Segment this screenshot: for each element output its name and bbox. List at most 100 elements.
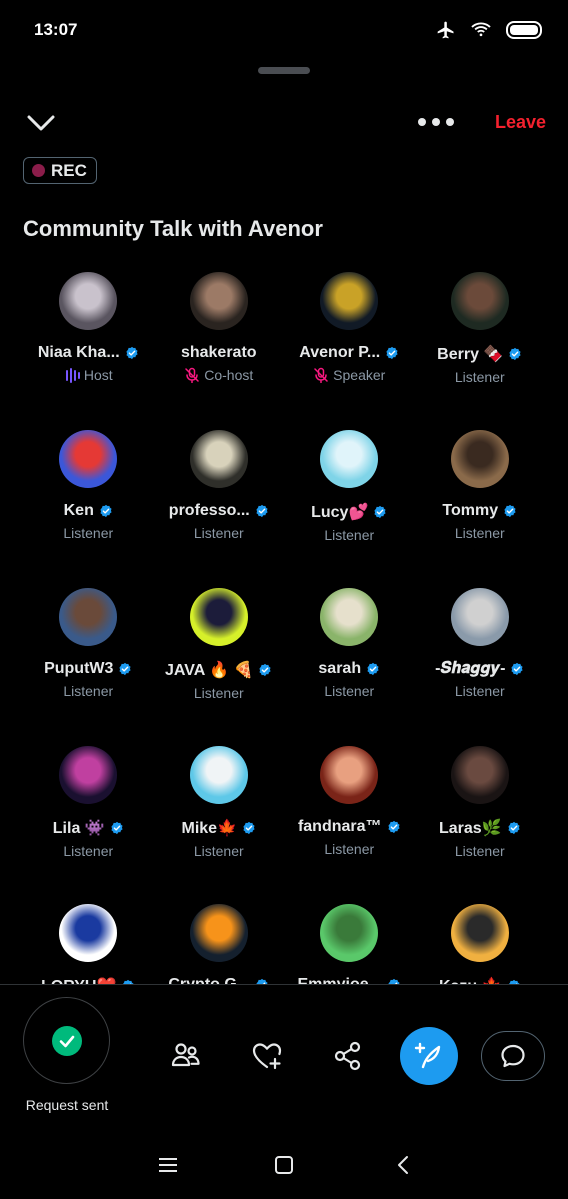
verified-badge-icon <box>125 346 139 360</box>
heart-plus-icon[interactable] <box>251 1040 283 1072</box>
participant-name: PuputW3 <box>44 660 114 677</box>
participant-role-row: Listener <box>324 527 374 543</box>
participant-role: Listener <box>454 683 505 699</box>
avatar[interactable] <box>450 746 509 804</box>
participant-role-row: Listener <box>194 843 244 859</box>
avatar[interactable] <box>450 430 509 488</box>
avatar[interactable] <box>320 904 379 962</box>
avatar[interactable] <box>189 588 248 646</box>
verified-badge-icon <box>373 505 387 519</box>
participant-card[interactable]: Niaa Kha... Host <box>23 266 154 424</box>
recents-menu-icon[interactable] <box>157 1154 179 1176</box>
participant-card[interactable]: Emmyjoe...Listener <box>284 898 415 984</box>
participant-name: LORYU❤️ <box>41 976 116 984</box>
verified-badge-icon <box>510 662 524 676</box>
participant-card[interactable]: PuputW3 Listener <box>23 582 154 740</box>
participant-card[interactable]: -𝑺𝒉𝒂𝒈𝒈𝒚- Listener <box>415 582 546 740</box>
participant-card[interactable]: shakerato Co-host <box>154 266 285 424</box>
avatar[interactable] <box>189 430 248 488</box>
verified-badge-icon <box>242 821 256 835</box>
participant-name-row: Avenor P... <box>299 344 399 362</box>
compose-post-button[interactable] <box>400 1027 458 1085</box>
participant-name-row: Mike🍁 <box>182 818 257 838</box>
bottom-action-bar: Request sent <box>0 984 568 1124</box>
verified-badge-icon <box>110 821 124 835</box>
participant-card[interactable]: Laras🌿 Listener <box>415 740 546 898</box>
more-options-icon[interactable] <box>418 112 456 132</box>
participant-name: Mike🍁 <box>181 820 238 837</box>
verified-badge-icon <box>503 504 517 518</box>
participant-name-row: Tommy <box>442 502 517 520</box>
participant-role-row: Listener <box>194 685 244 701</box>
participant-name-row: Ken <box>64 502 113 520</box>
avatar[interactable] <box>320 430 379 488</box>
participant-name: Avenor P... <box>299 344 381 361</box>
avatar[interactable] <box>59 746 118 804</box>
participant-card[interactable]: Avenor P... Speaker <box>284 266 415 424</box>
request-sent-button[interactable] <box>23 997 110 1084</box>
back-chevron-icon[interactable] <box>393 1154 415 1176</box>
avatar[interactable] <box>450 272 509 330</box>
avatar[interactable] <box>320 746 379 804</box>
avatar[interactable] <box>320 588 379 646</box>
participant-card[interactable]: Kazu 🍁Listener <box>415 898 546 984</box>
participant-name-row: professo... <box>169 502 269 520</box>
home-square-icon[interactable] <box>273 1154 295 1176</box>
participant-name: Niaa Kha... <box>37 344 120 361</box>
participant-role: Listener <box>63 683 114 699</box>
people-icon[interactable] <box>170 1040 202 1072</box>
participant-name: JAVA 🔥 🍕 <box>165 662 254 679</box>
status-time: 13:07 <box>34 20 78 39</box>
avatar[interactable] <box>450 904 509 962</box>
verified-badge-icon <box>508 347 522 361</box>
participant-card[interactable]: sarah Listener <box>284 582 415 740</box>
sheet-drag-handle[interactable] <box>258 67 310 74</box>
participant-role: Speaker <box>333 367 386 383</box>
participant-role: Listener <box>454 525 505 541</box>
participant-card[interactable]: LORYU❤️Listener <box>23 898 154 984</box>
participant-name-row: Niaa Kha... <box>38 344 139 362</box>
comment-button[interactable] <box>481 1031 545 1081</box>
participant-card[interactable]: Crypto G...Listener <box>154 898 285 984</box>
participant-name-row: Crypto G... <box>168 976 269 984</box>
leave-button[interactable]: Leave <box>495 112 546 133</box>
avatar[interactable] <box>59 588 118 646</box>
participant-role-row: Listener <box>63 683 113 699</box>
participant-card[interactable]: Berry 🍫 Listener <box>415 266 546 424</box>
participant-name: Emmyjoe... <box>298 976 382 984</box>
participant-name-row: JAVA 🔥 🍕 <box>165 660 272 680</box>
participant-name: Lucy💕 <box>311 504 369 521</box>
avatar[interactable] <box>59 272 118 330</box>
verified-badge-icon <box>507 821 521 835</box>
participant-card[interactable]: Mike🍁 Listener <box>154 740 285 898</box>
participant-card[interactable]: professo... Listener <box>154 424 285 582</box>
participant-role: Listener <box>193 685 244 701</box>
participant-card[interactable]: Lila 👾 Listener <box>23 740 154 898</box>
participant-card[interactable]: Tommy Listener <box>415 424 546 582</box>
share-icon[interactable] <box>332 1040 364 1072</box>
participant-card[interactable]: fandnara™ Listener <box>284 740 415 898</box>
participant-name-row: sarah <box>318 660 380 678</box>
avatar[interactable] <box>320 272 379 330</box>
participant-role: Listener <box>324 841 375 857</box>
avatar[interactable] <box>59 904 118 962</box>
avatar[interactable] <box>189 904 248 962</box>
avatar[interactable] <box>189 272 248 330</box>
participant-card[interactable]: JAVA 🔥 🍕 Listener <box>154 582 285 740</box>
verified-badge-icon <box>118 662 132 676</box>
participant-name: Kazu 🍁 <box>439 976 502 984</box>
participant-role-row: Co-host <box>184 367 253 384</box>
avatar[interactable] <box>450 588 509 646</box>
verified-badge-icon <box>385 346 399 360</box>
participant-name-row: PuputW3 <box>44 660 132 678</box>
check-icon <box>51 1025 82 1056</box>
participant-card[interactable]: Ken Listener <box>23 424 154 582</box>
avatar[interactable] <box>59 430 118 488</box>
participant-card[interactable]: Lucy💕 Listener <box>284 424 415 582</box>
collapse-chevron-icon[interactable] <box>24 108 58 138</box>
avatar[interactable] <box>189 746 248 804</box>
participant-role-row: Speaker <box>313 367 386 384</box>
participant-role-row: Host <box>64 367 113 383</box>
participant-role-row: Listener <box>63 843 113 859</box>
participant-role-row: Listener <box>455 525 505 541</box>
